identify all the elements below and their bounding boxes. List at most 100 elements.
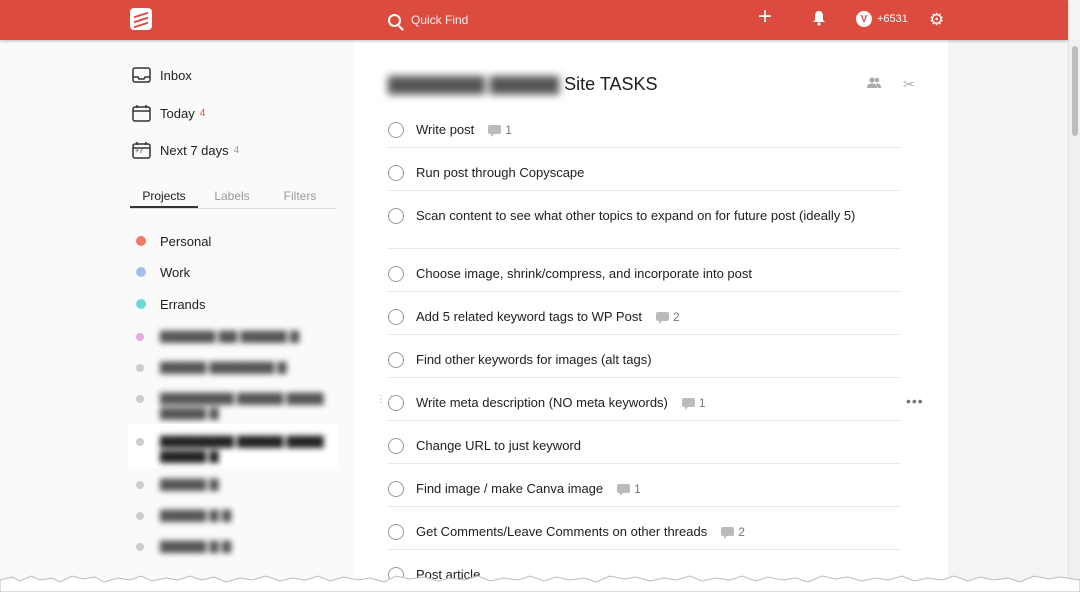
project-label: Errands (160, 296, 206, 312)
task-checkbox[interactable] (388, 524, 404, 540)
project-color-dot (136, 543, 144, 551)
tab-projects[interactable]: Projects (130, 188, 198, 208)
redacted-text: ▇▇▇▇▇▇ ▇▇ ▇▇▇▇▇ ▇ (160, 329, 300, 343)
project-redacted-selected[interactable]: ▇▇▇▇▇▇▇▇ ▇▇▇▇▇ ▇▇▇▇ ▇▇▇▇▇ ▇ (136, 434, 324, 464)
people-icon[interactable] (866, 76, 882, 92)
project-redacted[interactable]: ▇▇▇▇▇▇ ▇▇ ▇▇▇▇▇ ▇ (136, 329, 299, 344)
task-checkbox[interactable] (388, 165, 404, 181)
comment-icon (488, 125, 502, 137)
task-item[interactable]: Write post 1 (388, 114, 900, 148)
task-checkbox[interactable] (388, 352, 404, 368)
comment-icon (681, 398, 695, 410)
task-item[interactable]: Find image / make Canva image 1 (388, 473, 900, 507)
settings-tools-icon[interactable]: ✂ (903, 76, 915, 93)
project-label: Work (160, 264, 191, 280)
project-color-dot (136, 364, 144, 372)
project-color-dot (136, 481, 144, 489)
task-checkbox[interactable] (388, 309, 404, 325)
settings-icon[interactable]: ⚙ (929, 10, 944, 30)
sidebar-item-today[interactable]: Today 4 (132, 102, 205, 124)
project-redacted[interactable]: ▇▇▇▇▇ ▇▇▇▇▇▇▇ ▇ (136, 360, 287, 375)
comment-icon (617, 484, 631, 496)
task-item[interactable]: Get Comments/Leave Comments on other thr… (388, 516, 900, 550)
karma-icon: V (856, 11, 872, 27)
todoist-logo-icon[interactable] (130, 8, 152, 30)
inbox-icon (132, 67, 151, 83)
today-label: Today (160, 105, 195, 121)
task-comments[interactable]: 1 (681, 395, 706, 410)
main-content: ▇▇▇▇▇▇▇ ▇▇▇▇▇ Site TASKS ✂ Write post 1 R… (354, 40, 948, 592)
bell-icon[interactable] (812, 10, 826, 30)
redacted-text: ▇▇▇▇▇ ▇ (160, 477, 219, 491)
redacted-text: ▇▇▇▇▇ ▇▇▇▇▇▇▇ ▇ (160, 360, 287, 374)
scrollbar-thumb[interactable] (1072, 46, 1078, 136)
page-title: ▇▇▇▇▇▇▇ ▇▇▇▇▇ Site TASKS (388, 74, 658, 95)
project-color-dot (136, 236, 146, 246)
task-text: Find image / make Canva image (416, 481, 604, 496)
task-comments[interactable]: 2 (655, 310, 680, 324)
task-checkbox[interactable] (388, 481, 404, 497)
comment-count: 2 (738, 524, 745, 539)
task-item[interactable]: Run post through Copyscape (388, 157, 900, 191)
comment-count: 1 (698, 395, 706, 410)
comment-count: 1 (505, 122, 512, 137)
search-icon (388, 13, 401, 27)
task-text: Scan content to see what other topics to… (416, 208, 856, 223)
task-checkbox[interactable] (388, 208, 404, 224)
torn-edge (0, 575, 1080, 592)
task-item[interactable]: Scan content to see what other topics to… (388, 200, 900, 249)
redacted-title: ▇▇▇▇▇▇▇ ▇▇▇▇▇ (388, 74, 560, 94)
task-item[interactable]: Choose image, shrink/compress, and incor… (388, 258, 900, 292)
project-work[interactable]: Work (136, 262, 190, 282)
karma-indicator[interactable]: V +6531 (856, 11, 908, 27)
project-title-text: Site TASKS (564, 74, 658, 94)
project-color-dot (136, 299, 146, 309)
task-checkbox[interactable] (388, 395, 404, 411)
task-text: Choose image, shrink/compress, and incor… (416, 266, 753, 281)
top-bar: + V +6531 ⚙ (0, 0, 1068, 40)
task-item[interactable]: Add 5 related keyword tags to WP Post 2 (388, 301, 900, 335)
task-text: Get Comments/Leave Comments on other thr… (416, 524, 708, 539)
project-redacted[interactable]: ▇▇▇▇▇▇▇▇ ▇▇▇▇▇ ▇▇▇▇ ▇▇▇▇▇ ▇ (136, 391, 324, 421)
sidebar: Inbox Today 4 +7 Next 7 days 4 Projects … (0, 40, 354, 592)
tab-labels[interactable]: Labels (198, 188, 266, 208)
right-gutter (948, 40, 1068, 592)
karma-score: +6531 (877, 13, 908, 25)
project-color-dot (136, 438, 144, 446)
task-checkbox[interactable] (388, 122, 404, 138)
task-item-hovered[interactable]: ⋮⋮ Write meta description (NO meta keywo… (376, 387, 923, 421)
task-text: Run post through Copyscape (416, 165, 585, 180)
calendar-icon: +7 (132, 141, 151, 159)
search-input[interactable] (409, 12, 613, 28)
scrollbar[interactable] (1068, 40, 1080, 592)
more-icon[interactable]: ••• (906, 393, 924, 409)
task-text: Add 5 related keyword tags to WP Post (416, 309, 642, 324)
next7-count: 4 (233, 144, 240, 156)
task-text: Change URL to just keyword (416, 438, 581, 453)
sidebar-item-next-7-days[interactable]: +7 Next 7 days 4 (132, 139, 239, 161)
task-checkbox[interactable] (388, 266, 404, 282)
task-comments[interactable]: 1 (617, 482, 641, 496)
project-redacted[interactable]: ▇▇▇▇▇ ▇ ▇ (136, 539, 231, 554)
redacted-text: ▇▇▇▇▇ ▇ ▇ (160, 539, 232, 553)
task-item[interactable]: Find other keywords for images (alt tags… (388, 344, 900, 378)
project-personal[interactable]: Personal (136, 231, 211, 251)
quick-find[interactable] (388, 10, 613, 30)
project-redacted[interactable]: ▇▇▇▇▇ ▇ ▇ (136, 508, 231, 523)
task-item[interactable]: Change URL to just keyword (388, 430, 900, 464)
inbox-label: Inbox (160, 67, 192, 83)
project-errands[interactable]: Errands (136, 294, 206, 314)
project-redacted[interactable]: ▇▇▇▇▇ ▇ (136, 477, 219, 492)
redacted-text: ▇▇▇▇▇ ▇ ▇ (160, 508, 232, 522)
task-comments[interactable]: 1 (488, 123, 512, 137)
redacted-text: ▇▇▇▇▇▇▇▇ ▇▇▇▇▇ ▇▇▇▇ ▇▇▇▇▇ ▇ (160, 391, 324, 420)
comment-icon (655, 312, 669, 324)
tab-filters[interactable]: Filters (266, 188, 334, 208)
next7-label: Next 7 days (160, 142, 229, 158)
project-color-dot (136, 333, 144, 341)
sidebar-item-inbox[interactable]: Inbox (132, 64, 192, 86)
task-comments[interactable]: 2 (721, 525, 745, 539)
plus-icon[interactable]: + (758, 5, 772, 29)
task-checkbox[interactable] (388, 438, 404, 454)
task-text: Find other keywords for images (alt tags… (416, 352, 652, 367)
